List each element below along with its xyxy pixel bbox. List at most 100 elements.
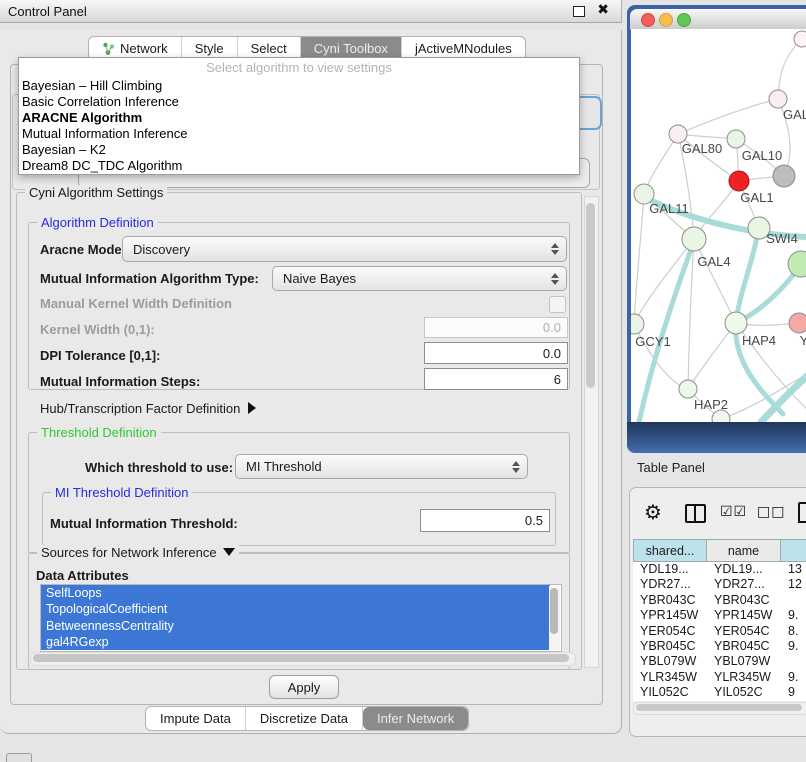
column-header-partial[interactable] xyxy=(781,539,806,562)
scrollbar-thumb[interactable] xyxy=(550,588,558,634)
which-threshold-value: MI Threshold xyxy=(246,459,322,474)
table-cell: 9 xyxy=(781,685,806,700)
scrollbar-thumb[interactable] xyxy=(586,203,595,388)
algorithm-select-popup: Select algorithm to view settings Bayesi… xyxy=(18,57,580,175)
corner-button-partial[interactable] xyxy=(6,753,32,762)
network-node-gal[interactable] xyxy=(769,90,787,108)
table-row[interactable]: YER054CYER054C8. xyxy=(633,624,806,639)
network-edge[interactable] xyxy=(634,239,694,324)
network-node-label: SWI4 xyxy=(766,231,798,246)
network-edge[interactable] xyxy=(678,99,778,134)
scrollbar-thumb[interactable] xyxy=(636,704,802,711)
bottom-tab-infer-network[interactable]: Infer Network xyxy=(363,707,468,730)
network-node-gal1[interactable] xyxy=(729,171,749,191)
network-node-gal10[interactable] xyxy=(727,130,745,148)
network-node[interactable] xyxy=(773,165,795,187)
node-table: shared...name YDL19...YDL19...13YDR27...… xyxy=(633,539,806,701)
data-attributes-list[interactable]: SelfLoopsTopologicalCoefficientBetweenne… xyxy=(40,584,562,652)
bottom-tab-discretize-data[interactable]: Discretize Data xyxy=(246,707,363,730)
settings-gear-icon[interactable]: ⚙ xyxy=(644,500,662,524)
network-edge[interactable] xyxy=(688,323,736,389)
mi-threshold-field[interactable]: 0.5 xyxy=(420,509,550,532)
algorithm-option[interactable]: ARACNE Algorithm xyxy=(19,110,579,126)
hub-definition-expander[interactable]: Hub/Transcription Factor Definition xyxy=(40,401,256,416)
column-header-name[interactable]: name xyxy=(707,539,781,562)
deselect-checkboxes-icon[interactable]: □□ xyxy=(757,504,785,520)
attribute-list-item[interactable]: BetweennessCentrality xyxy=(41,618,550,634)
dpi-tolerance-label: DPI Tolerance [0,1]: xyxy=(40,348,160,363)
bottom-tab-impute-data[interactable]: Impute Data xyxy=(146,707,246,730)
table-cell: 8. xyxy=(781,624,806,639)
mi-algorithm-type-select[interactable]: Naive Bayes xyxy=(272,266,567,291)
table-row[interactable]: YBL079WYBL079W xyxy=(633,654,806,669)
network-edge[interactable] xyxy=(694,239,736,323)
cyni-settings-group-title: Cyni Algorithm Settings xyxy=(25,185,167,200)
scrollbar-thumb[interactable] xyxy=(33,654,569,662)
table-cell: YBL079W xyxy=(707,654,781,669)
dpi-tolerance-field[interactable]: 0.0 xyxy=(424,342,568,364)
attribute-list-item[interactable]: TopologicalCoefficient xyxy=(41,601,550,617)
network-node-label: GAL4 xyxy=(697,254,730,269)
table-row[interactable]: YLR345WYLR345W9. xyxy=(633,670,806,685)
network-canvas[interactable]: GALGAL80GAL10GAL1GAL11SWI4GAL4GCY1HAP4YH… xyxy=(631,29,806,422)
network-edge[interactable] xyxy=(778,39,802,99)
stepper-arrows-icon xyxy=(512,461,520,473)
algorithm-option[interactable]: Bayesian – K2 xyxy=(19,142,579,158)
select-all-checkboxes-icon[interactable]: ☑☑ xyxy=(720,504,747,520)
table-cell: 12 xyxy=(781,577,806,592)
mi-steps-field[interactable]: 6 xyxy=(424,368,568,390)
settings-scrollbar[interactable] xyxy=(584,196,599,668)
network-node-label: HAP4 xyxy=(742,333,776,348)
table-row[interactable]: YDL19...YDL19...13 xyxy=(633,562,806,577)
network-node-gcy1[interactable] xyxy=(631,314,644,334)
attribute-list-item[interactable]: gal4RGexp xyxy=(41,634,550,650)
control-panel-titlebar: Control Panel ✖ xyxy=(0,0,622,23)
close-icon[interactable]: ✖ xyxy=(597,2,609,18)
network-node-gal4[interactable] xyxy=(682,227,706,251)
zoom-traffic-light[interactable] xyxy=(677,13,691,27)
partial-toolbar-icon[interactable] xyxy=(798,502,806,523)
attribute-list-item[interactable]: SelfLoops xyxy=(41,585,550,601)
collapse-down-icon xyxy=(223,548,235,556)
kernel-width-label: Kernel Width (0,1): xyxy=(40,322,155,337)
sources-group-title[interactable]: Sources for Network Inference xyxy=(37,545,239,560)
network-edge[interactable] xyxy=(634,194,644,324)
column-header-shared...[interactable]: shared... xyxy=(633,539,707,562)
attributes-horizontal-scrollbar[interactable] xyxy=(30,652,576,666)
float-window-icon[interactable] xyxy=(573,6,585,17)
network-node[interactable] xyxy=(794,31,806,47)
tab-label: Select xyxy=(251,41,287,56)
network-node-y[interactable] xyxy=(789,313,806,333)
table-row[interactable]: YPR145WYPR145W9. xyxy=(633,608,806,623)
aracne-mode-select[interactable]: Discovery xyxy=(122,236,567,262)
close-traffic-light[interactable] xyxy=(641,13,655,27)
table-cell: YBR045C xyxy=(707,639,781,654)
split-columns-icon[interactable] xyxy=(685,504,706,523)
which-threshold-select[interactable]: MI Threshold xyxy=(235,454,528,479)
table-row[interactable]: YBR045CYBR045C9. xyxy=(633,639,806,654)
table-cell: YIL052C xyxy=(707,685,781,700)
mi-type-label: Mutual Information Algorithm Type: xyxy=(40,271,259,286)
algorithm-option[interactable]: Dream8 DC_TDC Algorithm xyxy=(19,158,579,174)
manual-kernel-checkbox[interactable] xyxy=(549,296,566,313)
algorithm-option[interactable]: Bayesian – Hill Climbing xyxy=(19,78,579,94)
table-row[interactable]: YDR27...YDR27...12 xyxy=(633,577,806,592)
table-cell: YDL19... xyxy=(707,562,781,577)
sources-title-label: Sources for Network Inference xyxy=(41,545,217,560)
network-window-titlebar[interactable] xyxy=(630,9,806,30)
attributes-vertical-scrollbar[interactable] xyxy=(549,586,560,650)
table-cell: YBL079W xyxy=(633,654,707,669)
table-horizontal-scrollbar[interactable] xyxy=(633,702,806,715)
table-cell: 9. xyxy=(781,639,806,654)
table-row[interactable]: YIL052CYIL052C9 xyxy=(633,685,806,700)
network-node-hap2[interactable] xyxy=(679,380,697,398)
table-row[interactable]: YBR043CYBR043C xyxy=(633,593,806,608)
algorithm-option[interactable]: Basic Correlation Inference xyxy=(19,94,579,110)
algorithm-option[interactable]: Mutual Information Inference xyxy=(19,126,579,142)
network-node-hap4[interactable] xyxy=(725,312,747,334)
apply-button[interactable]: Apply xyxy=(269,675,339,699)
minimize-traffic-light[interactable] xyxy=(659,13,673,27)
kernel-width-field[interactable]: 0.0 xyxy=(424,317,568,338)
network-node[interactable] xyxy=(788,251,806,277)
table-cell: YPR145W xyxy=(707,608,781,623)
